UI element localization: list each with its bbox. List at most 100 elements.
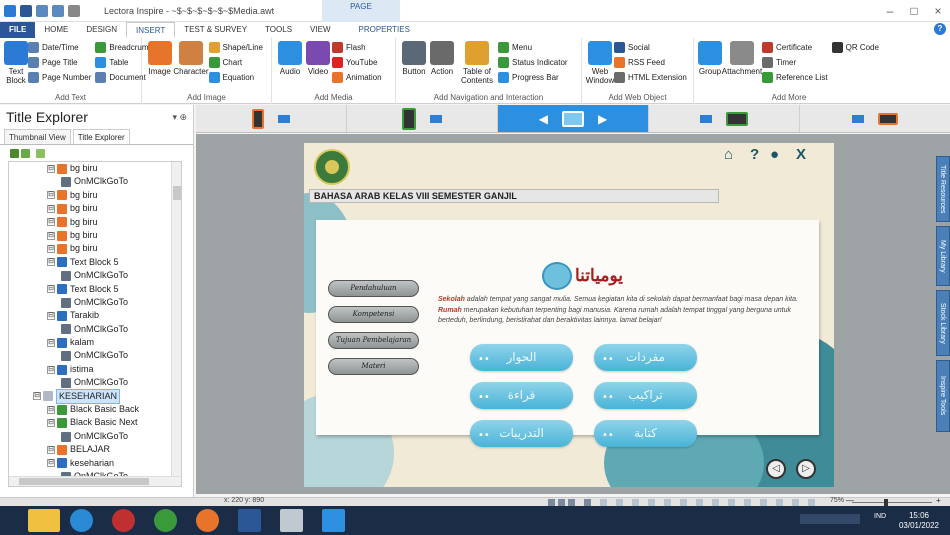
tree-node[interactable]: OnMClkGoTo xyxy=(9,269,181,282)
home-icon[interactable]: ⌂ xyxy=(724,146,733,163)
timer-button[interactable]: Timer xyxy=(762,56,828,69)
layout-icon[interactable] xyxy=(568,499,575,506)
tab-tools[interactable]: TOOLS xyxy=(256,22,301,38)
lectora-taskbar-icon[interactable] xyxy=(322,509,345,532)
file-explorer-icon[interactable] xyxy=(28,509,60,532)
tree-node[interactable]: ⊟ Text Block 5 xyxy=(9,283,181,296)
arabic-menu-button[interactable]: •• مفردات xyxy=(594,344,697,371)
tree-expander-icon[interactable]: ⊟ xyxy=(47,338,55,347)
tree-node[interactable]: ⊟ Tarakib xyxy=(9,309,181,322)
tab-view[interactable]: VIEW xyxy=(301,22,339,38)
align-icon[interactable] xyxy=(584,499,591,506)
tree-node[interactable]: ⊟ Black Basic Back xyxy=(9,403,181,416)
zoom-slider-thumb[interactable] xyxy=(884,499,888,506)
tree-expander-icon[interactable]: ⊟ xyxy=(47,445,55,454)
certificate-button[interactable]: Certificate xyxy=(762,41,828,54)
tree-expander-icon[interactable]: ⊟ xyxy=(47,285,55,294)
tree-node[interactable]: OnMClkGoTo xyxy=(9,376,181,389)
social-button[interactable]: Social xyxy=(614,41,687,54)
device-phone-landscape[interactable] xyxy=(800,105,950,132)
firefox-icon[interactable] xyxy=(196,509,219,532)
help-icon[interactable]: ? xyxy=(934,23,946,35)
rss-feed-button[interactable]: RSS Feed xyxy=(614,56,687,69)
tree-expander-icon[interactable]: ⊟ xyxy=(47,419,55,428)
collapse-all-icon[interactable] xyxy=(21,148,30,158)
progress-bar-button[interactable]: Progress Bar xyxy=(498,71,568,84)
align-icon[interactable] xyxy=(616,499,623,506)
tree-expander-icon[interactable]: ⊟ xyxy=(47,218,55,227)
zoom-in-button[interactable]: + xyxy=(936,496,941,505)
exit-icon[interactable]: X xyxy=(796,146,806,163)
tree-expander-icon[interactable]: ⊟ xyxy=(33,392,41,401)
tree-node[interactable]: ⊟ bg biru xyxy=(9,202,181,215)
tree-expander-icon[interactable]: ⊟ xyxy=(47,204,55,213)
tab-thumbnail-view[interactable]: Thumbnail View xyxy=(4,129,71,144)
word-icon[interactable] xyxy=(238,509,261,532)
tab-my-library[interactable]: My Library xyxy=(936,226,950,286)
profile-icon[interactable]: ● xyxy=(770,146,779,163)
clock[interactable]: 15:06 03/01/2022 xyxy=(892,511,946,531)
align-icon[interactable] xyxy=(728,499,735,506)
tree-node[interactable]: ⊟ bg biru xyxy=(9,242,181,255)
tree-node[interactable]: OnMClkGoTo xyxy=(9,430,181,443)
tab-title-explorer[interactable]: Title Explorer xyxy=(72,129,130,144)
kompetensi-button[interactable]: Kompetensi xyxy=(328,306,419,323)
align-icon[interactable] xyxy=(664,499,671,506)
layout-icon[interactable] xyxy=(548,499,555,506)
tab-home[interactable]: HOME xyxy=(35,22,77,38)
page-number-button[interactable]: Page Number xyxy=(28,71,91,84)
tree-node[interactable]: ⊟ KESEHARIAN xyxy=(9,388,181,405)
equation-button[interactable]: Equation xyxy=(208,71,263,84)
align-icon[interactable] xyxy=(744,499,751,506)
tree-node[interactable]: ⊟ Text Block 5 xyxy=(9,256,181,269)
tab-inspire-tools[interactable]: Inspire Tools xyxy=(936,360,950,432)
panel-pin-icon[interactable]: ▾ ⊕ xyxy=(172,112,187,123)
tree-expander-icon[interactable]: ⊟ xyxy=(47,258,55,267)
tujuan-pembelajaran-button[interactable]: Tujuan Pembelajaran xyxy=(328,332,419,349)
show-objects-icon[interactable] xyxy=(36,148,45,158)
device-phone-portrait[interactable] xyxy=(196,105,347,132)
tab-design[interactable]: DESIGN xyxy=(77,22,126,38)
customize-qat-icon[interactable] xyxy=(68,4,80,17)
materi-button[interactable]: Materi xyxy=(328,358,419,375)
tab-title-resources[interactable]: Title Resources xyxy=(936,156,950,222)
pendahuluan-button[interactable]: Pendahuluan xyxy=(328,280,419,297)
tree-horizontal-scroll-thumb[interactable] xyxy=(19,478,149,485)
tree-node[interactable]: ⊟ bg biru xyxy=(9,189,181,202)
tab-insert[interactable]: INSERT xyxy=(126,22,176,38)
tree-node[interactable]: OnMClkGoTo xyxy=(9,323,181,336)
zoom-out-button[interactable]: — xyxy=(846,496,854,505)
animation-button[interactable]: Animation xyxy=(332,71,382,84)
tree-vertical-scroll-thumb[interactable] xyxy=(173,186,181,200)
tree-expander-icon[interactable]: ⊟ xyxy=(47,191,55,200)
shape-line-button[interactable]: Shape/Line xyxy=(208,41,263,54)
title-tree[interactable]: ⊟ bg biru OnMClkGoTo ⊟ bg biru ⊟ bg biru ⊟ bg bi… xyxy=(8,161,182,487)
device-desktop[interactable]: ◀ ▶ xyxy=(498,105,649,132)
tree-node[interactable]: ⊟ BELAJAR xyxy=(9,443,181,456)
expand-all-icon[interactable] xyxy=(10,148,19,158)
arabic-menu-button[interactable]: •• التدريبات xyxy=(470,420,573,447)
align-icon[interactable] xyxy=(600,499,607,506)
tree-node[interactable]: ⊟ istima xyxy=(9,363,181,376)
arabic-menu-button[interactable]: •• الحوار xyxy=(470,344,573,371)
tree-node[interactable]: OnMClkGoTo xyxy=(9,175,181,188)
tree-expander-icon[interactable]: ⊟ xyxy=(47,459,55,468)
chart-button[interactable]: Chart xyxy=(208,56,263,69)
youtube-button[interactable]: YouTube xyxy=(332,56,382,69)
menu-button[interactable]: Menu xyxy=(498,41,568,54)
close-button[interactable]: × xyxy=(930,4,946,18)
page-title-button[interactable]: Page Title xyxy=(28,56,91,69)
html-extension-button[interactable]: HTML Extension xyxy=(614,71,687,84)
align-icon[interactable] xyxy=(792,499,799,506)
tree-node[interactable]: OnMClkGoTo xyxy=(9,296,181,309)
align-icon[interactable] xyxy=(760,499,767,506)
redo-icon[interactable] xyxy=(52,4,64,17)
tree-node[interactable]: ⊟ Black Basic Next xyxy=(9,416,181,429)
slide-page[interactable]: ⌂ ? ● X BAHASA ARAB KELAS VIII SEMESTER … xyxy=(304,143,834,487)
align-icon[interactable] xyxy=(680,499,687,506)
qr-code-button[interactable]: QR Code xyxy=(831,41,879,54)
align-icon[interactable] xyxy=(712,499,719,506)
align-icon[interactable] xyxy=(776,499,783,506)
tree-node[interactable]: OnMClkGoTo xyxy=(9,349,181,362)
tab-properties[interactable]: PROPERTIES xyxy=(350,22,419,38)
